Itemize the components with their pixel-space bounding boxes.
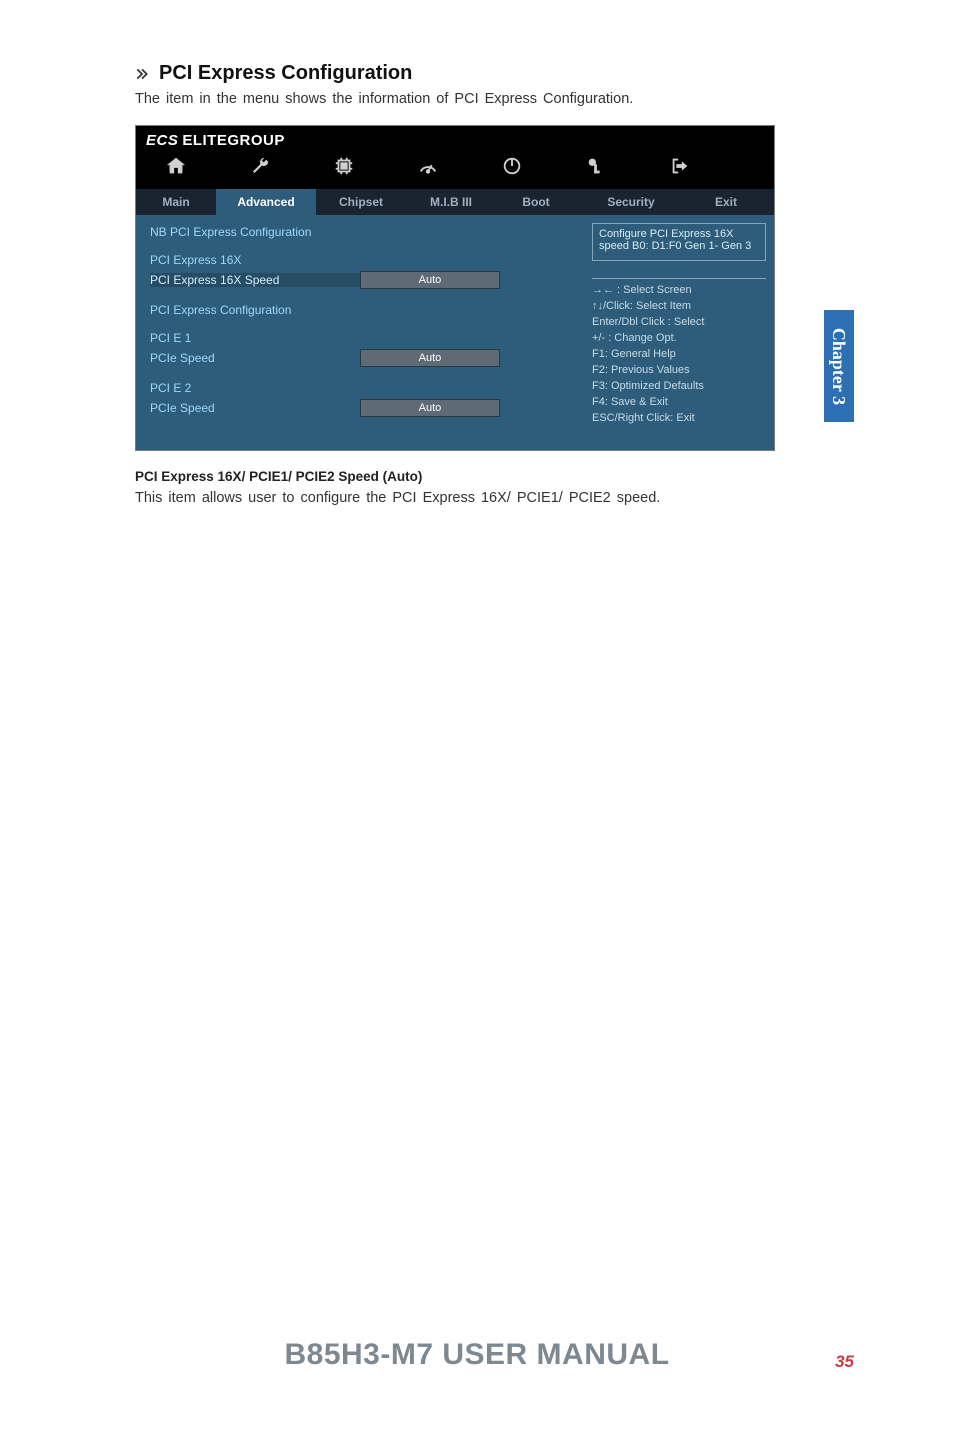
wrench-icon[interactable]: [248, 155, 272, 183]
tab-boot[interactable]: Boot: [496, 189, 576, 215]
pcie2-speed-label[interactable]: PCIe Speed: [150, 401, 360, 415]
footer-title: B85H3-M7 USER MANUAL: [284, 1338, 669, 1371]
bios-body: NB PCI Express Configuration PCI Express…: [136, 215, 774, 450]
key-select-screen: →← : Select Screen: [592, 283, 766, 299]
bios-key-help: →← : Select Screen ↑↓/Click: Select Item…: [592, 275, 766, 426]
pci-express-config-label: PCI Express Configuration: [150, 303, 360, 317]
home-icon[interactable]: [164, 155, 188, 183]
nb-pci-config-title: NB PCI Express Configuration: [150, 225, 360, 239]
tab-chipset[interactable]: Chipset: [316, 189, 406, 215]
exit-icon[interactable]: [668, 155, 692, 183]
key-esc: ESC/Right Click: Exit: [592, 411, 766, 427]
chapter-side-tab: Chapter 3: [824, 310, 854, 422]
tab-advanced[interactable]: Advanced: [216, 189, 316, 215]
chapter-side-label: Chapter 3: [829, 327, 850, 404]
bios-tab-row: Main Advanced Chipset M.I.B III Boot Sec…: [136, 189, 774, 215]
bios-help-box: Configure PCI Express 16X speed B0: D1:F…: [592, 223, 766, 261]
key-f3: F3: Optimized Defaults: [592, 379, 766, 395]
pcie2-speed-value[interactable]: Auto: [360, 399, 500, 417]
gauge-icon[interactable]: [416, 155, 440, 183]
chip-icon[interactable]: [332, 155, 356, 183]
key-f2: F2: Previous Values: [592, 363, 766, 379]
pcie1-speed-value[interactable]: Auto: [360, 349, 500, 367]
key-f1: F1: General Help: [592, 347, 766, 363]
bios-logo-row: ECS ELITEGROUP: [146, 132, 764, 149]
key-f4: F4: Save & Exit: [592, 395, 766, 411]
key-enter: Enter/Dbl Click : Select: [592, 315, 766, 331]
pcie2-label: PCI E 2: [150, 381, 360, 395]
power-icon[interactable]: [500, 155, 524, 183]
tab-main[interactable]: Main: [136, 189, 216, 215]
tab-exit[interactable]: Exit: [686, 189, 766, 215]
tab-mib[interactable]: M.I.B III: [406, 189, 496, 215]
pcie16x-speed-label[interactable]: PCI Express 16X Speed: [150, 273, 360, 287]
sub-heading: PCI Express 16X/ PCIE1/ PCIE2 Speed (Aut…: [135, 469, 854, 484]
bios-icon-row: [146, 149, 764, 187]
bios-left-pane: NB PCI Express Configuration PCI Express…: [136, 215, 584, 450]
key-icon[interactable]: [584, 155, 608, 183]
tab-security[interactable]: Security: [576, 189, 686, 215]
pcie1-label: PCI E 1: [150, 331, 360, 345]
bios-brand: ELITEGROUP: [182, 132, 285, 149]
pcie1-speed-label[interactable]: PCIe Speed: [150, 351, 360, 365]
double-chevron-icon: [135, 67, 149, 81]
key-select-item: ↑↓/Click: Select Item: [592, 299, 766, 315]
pcie16x-speed-value[interactable]: Auto: [360, 271, 500, 289]
key-change: +/- : Change Opt.: [592, 331, 766, 347]
pcie16x-label: PCI Express 16X: [150, 253, 360, 267]
ecs-logo-icon: ECS: [146, 132, 178, 149]
bios-window: ECS ELITEGROUP: [135, 125, 775, 451]
body-text: This item allows user to configure the P…: [135, 490, 854, 506]
section-title: PCI Express Configuration: [159, 62, 412, 85]
page-number: 35: [835, 1352, 854, 1372]
intro-text: The item in the menu shows the informati…: [135, 91, 854, 107]
bios-right-pane: Configure PCI Express 16X speed B0: D1:F…: [584, 215, 774, 450]
bios-top-bar: ECS ELITEGROUP: [136, 126, 774, 189]
